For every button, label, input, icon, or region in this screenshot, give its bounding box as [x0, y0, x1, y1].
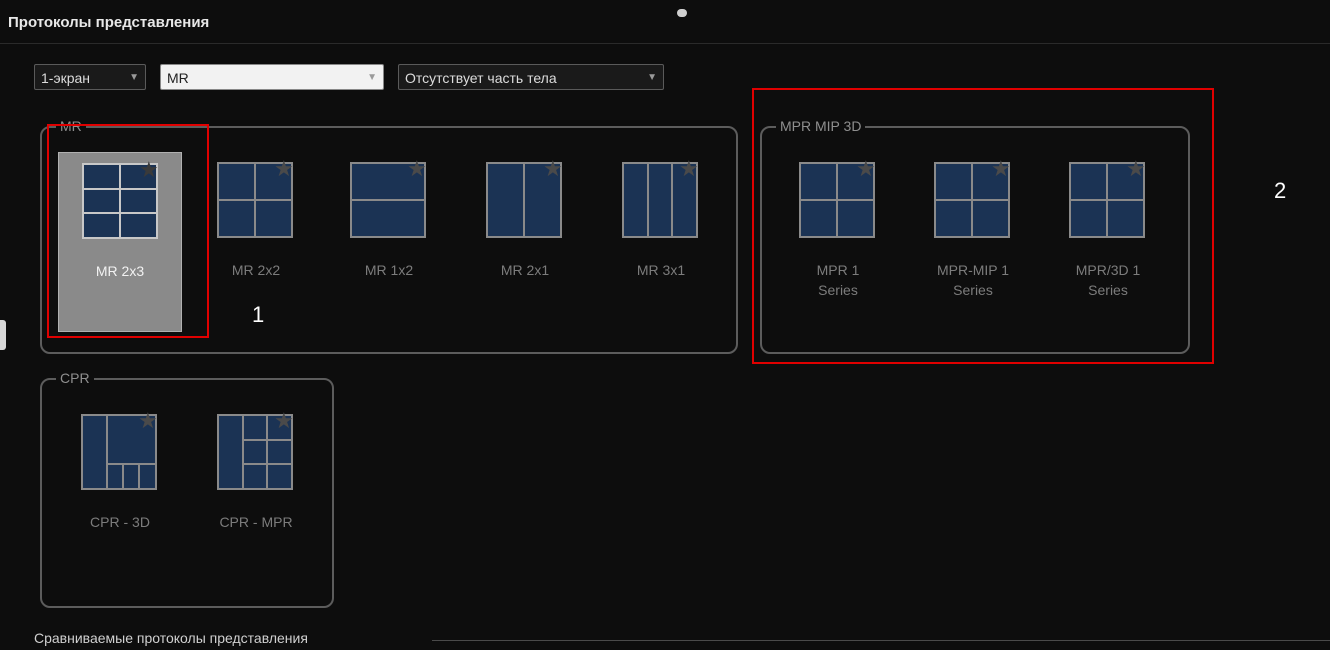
- screen-dropdown[interactable]: 1-экран ▼: [34, 64, 146, 90]
- tile-label: MR 2x2: [231, 262, 281, 278]
- bodypart-dropdown[interactable]: Отсутствует часть тела ▼: [398, 64, 664, 90]
- annotation-box-2: [752, 88, 1214, 364]
- tile-label: MR 1x2: [364, 262, 414, 278]
- compare-protocols-label: Сравниваемые протоколы представления: [34, 630, 308, 646]
- favorite-star-icon[interactable]: ★: [407, 156, 427, 182]
- chevron-down-icon: ▼: [367, 72, 377, 83]
- tile-label: MR 3x1: [636, 262, 686, 278]
- title-bar: Протоколы представления: [0, 0, 1330, 44]
- protocol-tile-cpr-mpr[interactable]: ★ CPR - MPR: [194, 404, 318, 584]
- protocol-tile-mr-3x1[interactable]: ★ MR 3x1: [599, 152, 723, 332]
- tile-label: CPR - MPR: [219, 514, 293, 530]
- compare-divider: [432, 640, 1330, 641]
- screen-dropdown-value: 1-экран: [41, 70, 91, 86]
- favorite-star-icon[interactable]: ★: [679, 156, 699, 182]
- chevron-down-icon: ▼: [129, 72, 139, 83]
- annotation-number-1: 1: [252, 302, 265, 327]
- protocol-tile-mr-2x1[interactable]: ★ MR 2x1: [463, 152, 587, 332]
- protocol-tile-cpr-3d[interactable]: ★ CPR - 3D: [58, 404, 182, 584]
- bodypart-dropdown-value: Отсутствует часть тела: [405, 70, 557, 86]
- protocol-tile-mr-1x2[interactable]: ★ MR 1x2: [327, 152, 451, 332]
- favorite-star-icon[interactable]: ★: [274, 156, 294, 182]
- title-divider: [0, 43, 1330, 44]
- modality-dropdown[interactable]: MR ▼: [160, 64, 384, 90]
- group-cpr-label: CPR: [56, 370, 94, 386]
- favorite-star-icon[interactable]: ★: [138, 408, 158, 434]
- modality-dropdown-value: MR: [167, 70, 189, 86]
- window-handle[interactable]: [677, 9, 687, 17]
- favorite-star-icon[interactable]: ★: [274, 408, 294, 434]
- page-title: Протоколы представления: [8, 14, 210, 31]
- favorite-star-icon[interactable]: ★: [543, 156, 563, 182]
- annotation-box-1: [47, 124, 209, 338]
- chevron-down-icon: ▼: [647, 72, 657, 83]
- tile-label: CPR - 3D: [90, 514, 150, 530]
- annotation-number-2: 2: [1274, 178, 1287, 203]
- tile-label: MR 2x1: [500, 262, 550, 278]
- left-edge-handle[interactable]: [0, 320, 6, 350]
